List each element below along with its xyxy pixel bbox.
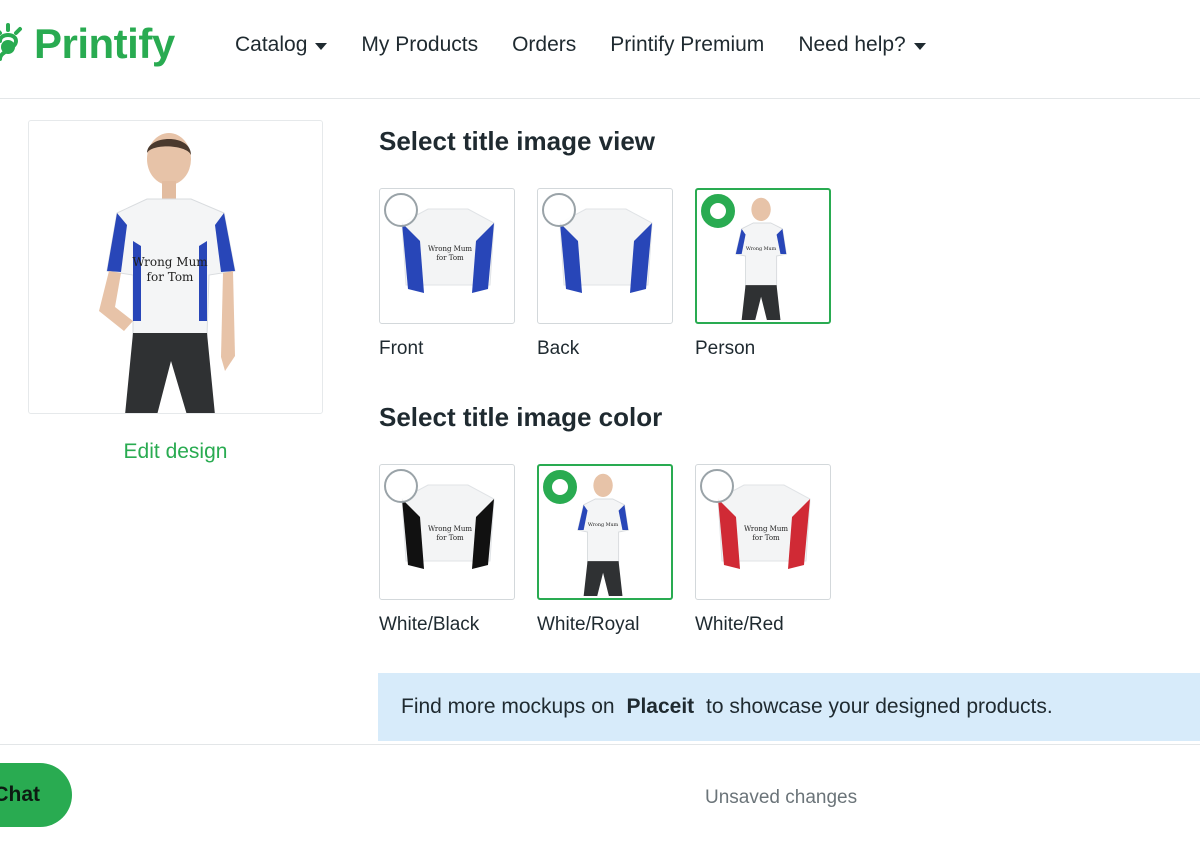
color-option-white-black[interactable]: Wrong Mum for Tom White/Black [379,464,515,636]
logo-wordmark: Printify [34,20,175,67]
color-white-black-thumbnail[interactable]: Wrong Mum for Tom [379,464,515,600]
color-option-label: White/Black [379,614,480,635]
view-option-back[interactable]: Back [537,188,673,360]
color-option-white-royal[interactable]: Wrong Mum White/Royal [537,464,673,636]
color-white-red-thumbnail[interactable]: Wrong Mum for Tom [695,464,831,600]
color-section-title: Select title image color [379,402,663,432]
radio-button[interactable] [542,193,576,227]
chat-button-label: Chat [0,783,40,806]
nav-premium-label: Printify Premium [610,33,765,56]
edit-design-link[interactable]: Edit design [28,440,323,464]
color-option-label: White/Red [695,614,784,635]
nav-my-products-label: My Products [361,33,479,56]
radio-button-selected[interactable] [543,470,577,504]
top-header: Printify Catalog My Products Orders Prin… [0,0,1200,99]
svg-text:Wrong Mum: Wrong Mum [588,522,619,528]
svg-text:Wrong Mum: Wrong Mum [744,525,788,533]
nav-printify-premium[interactable]: Printify Premium [610,33,764,57]
radio-button[interactable] [384,193,418,227]
view-option-label: Front [379,338,424,359]
view-option-label: Person [695,338,756,359]
main-nav: Catalog My Products Orders Printify Prem… [235,33,960,57]
view-option-front[interactable]: Wrong Mum for Tom Front [379,188,515,360]
view-person-thumbnail[interactable]: Wrong Mum [695,188,831,324]
svg-text:Wrong Mum: Wrong Mum [746,246,777,252]
nav-my-products[interactable]: My Products [361,33,478,57]
shirt-text-line1: Wrong Mum [132,255,208,269]
printify-logo-icon [0,23,22,61]
page: Printify Catalog My Products Orders Prin… [0,0,1200,841]
svg-text:for Tom: for Tom [436,254,464,262]
view-option-person[interactable]: Wrong Mum Person [695,188,831,360]
chevron-down-icon [315,42,328,50]
nav-need-help-label: Need help? [798,33,906,56]
nav-orders-label: Orders [512,33,577,56]
nav-need-help[interactable]: Need help? [798,33,926,57]
view-front-thumbnail[interactable]: Wrong Mum for Tom [379,188,515,324]
chevron-down-icon [913,42,926,50]
model-wearing-shirt-image: Wrong Mum for Tom [99,133,236,413]
radio-button[interactable] [700,469,734,503]
color-white-royal-thumbnail[interactable]: Wrong Mum [537,464,673,600]
chat-button[interactable]: Chat [0,763,72,827]
nav-orders[interactable]: Orders [512,33,576,57]
svg-text:Wrong Mum: Wrong Mum [428,525,472,533]
shirt-text-line2: for Tom [147,270,195,284]
banner-text-before: Find more mockups on [401,695,621,718]
printify-logo[interactable]: Printify [0,20,175,68]
product-preview-image: Wrong Mum for Tom [28,120,323,414]
svg-text:Wrong Mum: Wrong Mum [428,245,472,253]
nav-catalog-label: Catalog [235,33,308,56]
banner-text-after: to showcase your designed products. [700,695,1053,718]
view-section-title: Select title image view [379,126,656,156]
nav-catalog[interactable]: Catalog [235,33,328,57]
svg-text:for Tom: for Tom [752,534,780,542]
svg-text:for Tom: for Tom [436,534,464,542]
unsaved-changes-status: Unsaved changes [705,787,858,808]
radio-button[interactable] [384,469,418,503]
view-back-thumbnail[interactable] [537,188,673,324]
view-option-label: Back [537,338,580,359]
color-option-white-red[interactable]: Wrong Mum for Tom White/Red [695,464,831,636]
bottom-bar: Chat Unsaved changes [0,744,1200,841]
placeit-link[interactable]: Placeit [626,695,694,719]
color-option-label: White/Royal [537,614,640,635]
placeit-banner: Find more mockups on Placeit to showcase… [378,673,1200,741]
radio-button-selected[interactable] [701,194,735,228]
